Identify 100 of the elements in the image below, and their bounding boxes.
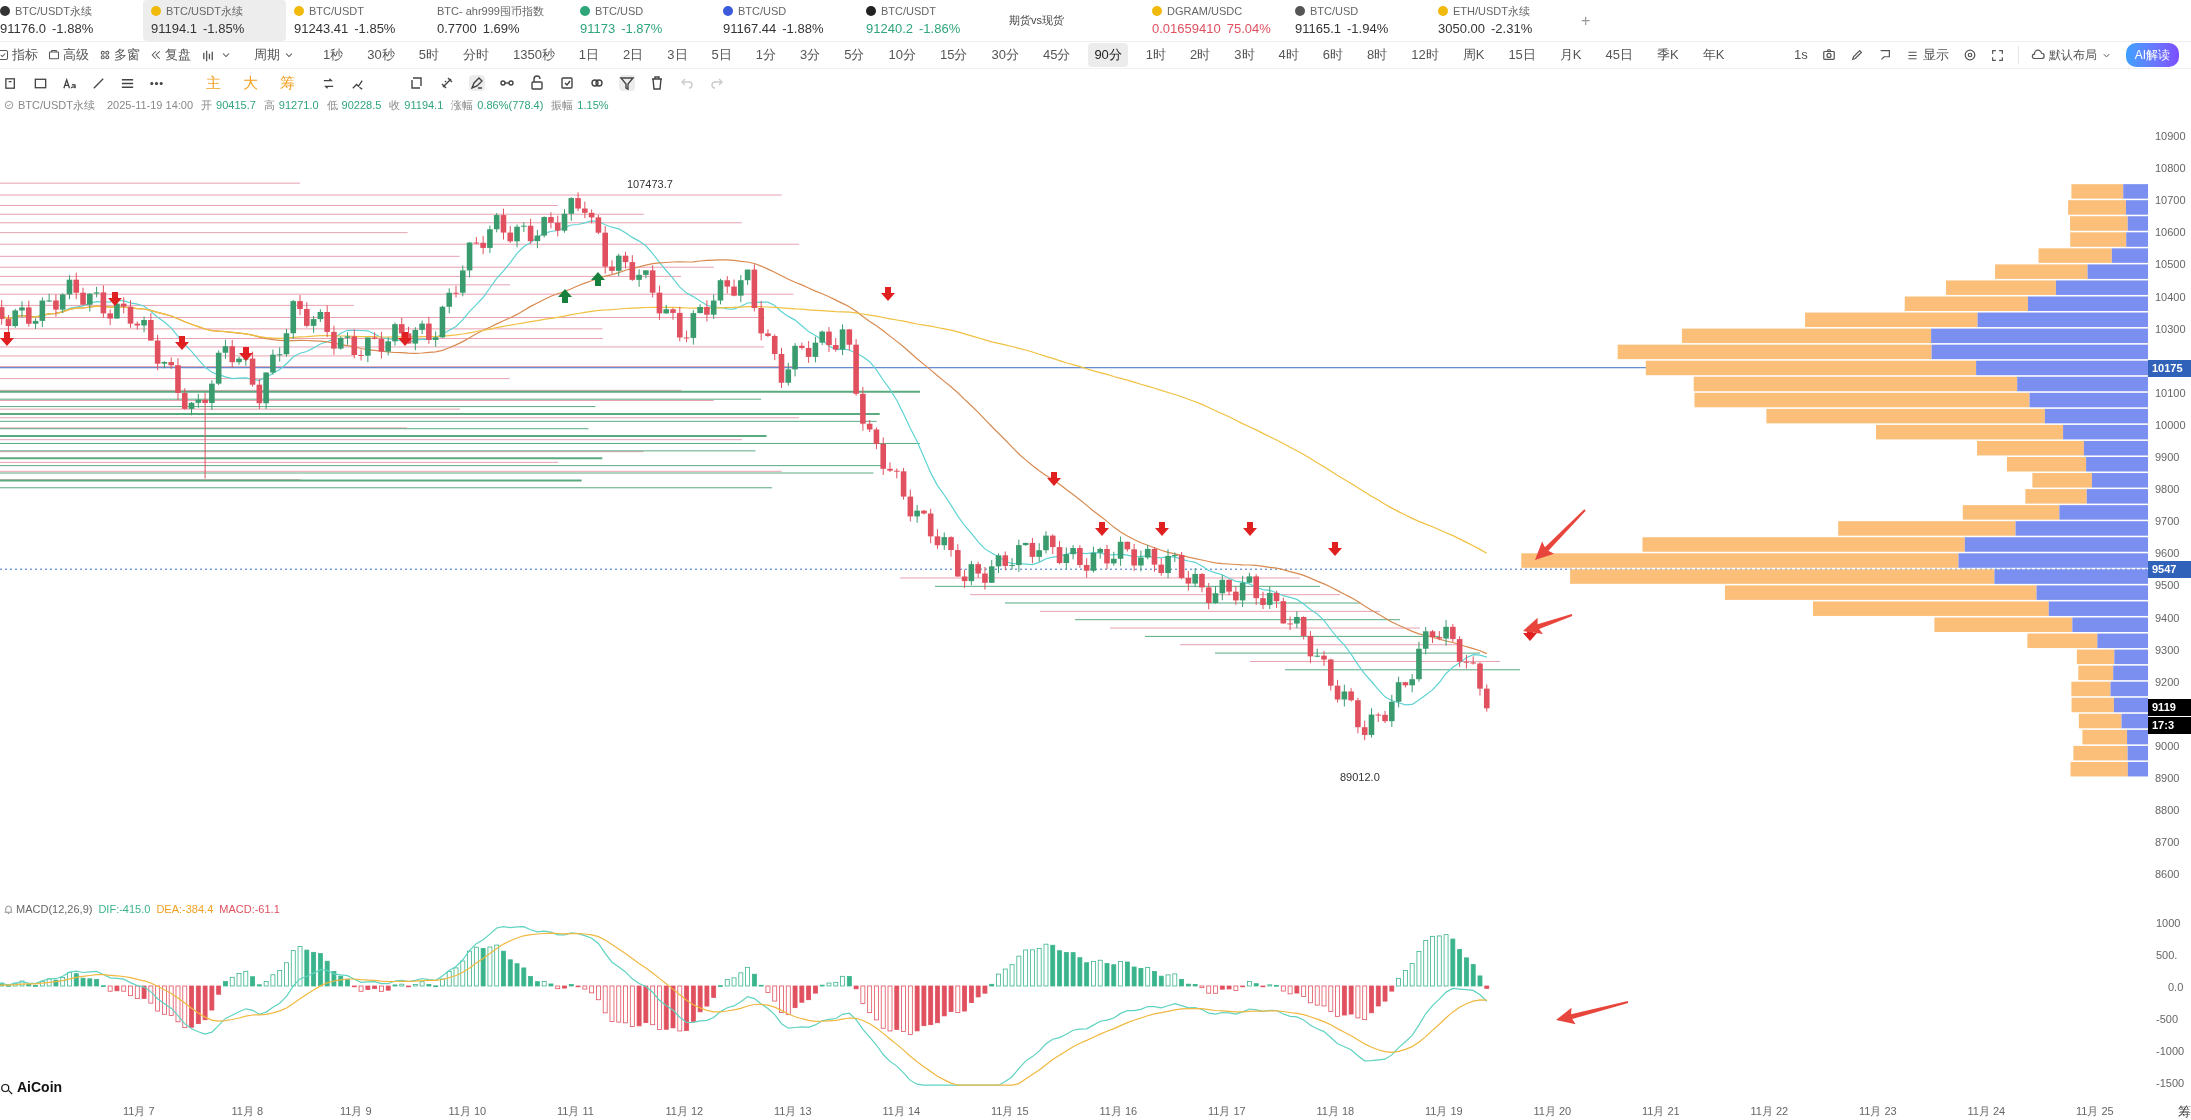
copy-icon[interactable]	[409, 75, 425, 91]
toolbar-button[interactable]: 周期	[254, 45, 295, 65]
interval-tab[interactable]: 8时	[1361, 43, 1394, 67]
interval-tab[interactable]: 周K	[1456, 43, 1491, 67]
interval-tab[interactable]: 1分	[749, 43, 783, 67]
interval-tab[interactable]: 月K	[1553, 43, 1588, 67]
interval-tab[interactable]: 3分	[794, 43, 827, 67]
lock-icon[interactable]	[529, 75, 545, 91]
interval-tab[interactable]: 年K	[1696, 43, 1731, 67]
toolbar-button[interactable]: 多窗	[99, 45, 140, 65]
price-marker: 9547	[2148, 561, 2191, 579]
market-tab[interactable]: BTC/USD 91173 -1.87%	[572, 0, 715, 41]
interval-tab[interactable]: 45日	[1599, 43, 1639, 67]
market-tab[interactable]: BTC/USDT永续 91176.0 -1.88%	[0, 0, 143, 41]
market-tab[interactable]: BTC- ahr999囤币指数 0.7700 1.69%	[429, 0, 572, 41]
interval-tab[interactable]: 3日	[661, 43, 694, 67]
buy-signal-icon	[591, 272, 605, 286]
interval-tab[interactable]: 1日	[572, 43, 606, 67]
price-axis-label: 9400	[2155, 610, 2180, 626]
symbol-label: BTC/USDT永续	[18, 97, 95, 113]
indicator-icon[interactable]	[0, 49, 9, 61]
interval-tab[interactable]: 15分	[933, 43, 974, 67]
interval-tab[interactable]: 15日	[1502, 43, 1542, 67]
macd-axis-label: 0.0	[2168, 980, 2184, 995]
interval-tab[interactable]: 3时	[1228, 43, 1261, 67]
interval-tab[interactable]: 12时	[1405, 43, 1445, 67]
trash-icon[interactable]	[649, 75, 665, 91]
interval-tab[interactable]: 5日	[705, 43, 738, 67]
macd-axis-label: 1000	[2156, 916, 2181, 931]
interval-tab[interactable]: 90分	[1088, 43, 1128, 67]
macd-axis-label: 500.	[2156, 948, 2178, 963]
side-tab[interactable]: 筹	[2178, 1102, 2191, 1120]
interval-tab[interactable]: 2时	[1184, 43, 1217, 67]
tab-price: 91243.41	[294, 20, 349, 38]
market-tab[interactable]: 期货vs现货	[1001, 0, 1144, 41]
field-label: 涨幅	[451, 97, 474, 113]
pair-name: BTC/USD	[1310, 3, 1359, 19]
field-value: 0.86%(778.4)	[477, 97, 544, 113]
fullscreen-icon[interactable]	[1990, 48, 2004, 62]
price-axis-label: 10900	[2155, 129, 2186, 144]
price-axis-label: 8700	[2155, 835, 2180, 851]
ruler-icon[interactable]	[439, 75, 455, 91]
check-circle-icon[interactable]	[4, 100, 14, 110]
market-tab[interactable]: ETH/USDT永续 3050.00 -2.31%	[1430, 0, 1573, 41]
text-tool-icon[interactable]	[62, 75, 77, 91]
sell-signal-icon	[175, 336, 189, 350]
interval-tab[interactable]: 30秒	[361, 43, 401, 67]
speed-button[interactable]: 1s	[1793, 45, 1808, 65]
interval-tab[interactable]: 1350秒	[506, 43, 561, 67]
field-value: 1.15%	[577, 97, 609, 113]
tab-change: 75.04%	[1226, 20, 1271, 38]
date-axis-label: 11月 22	[1750, 1104, 1789, 1119]
interval-tab[interactable]: 10分	[882, 43, 922, 67]
price-axis-label: 8800	[2155, 803, 2180, 819]
interval-tab[interactable]: 分时	[456, 43, 495, 67]
camera-icon[interactable]	[1821, 48, 1836, 62]
interval-tab[interactable]: 6时	[1316, 43, 1349, 67]
multi-window-icon[interactable]	[99, 49, 111, 61]
interval-tab[interactable]: 季K	[1651, 43, 1685, 67]
toolbar-button[interactable]: 高级	[48, 45, 89, 65]
price-axis-label: 9500	[2155, 578, 2180, 594]
market-tab[interactable]: DGRAM/USDC 0.01659410 75.04%	[1144, 0, 1287, 41]
filter-icon[interactable]	[619, 75, 635, 91]
price-axis-label: 10100	[2155, 385, 2186, 401]
sell-signal-icon	[108, 292, 122, 306]
settings-icon[interactable]	[1962, 48, 1977, 62]
rewind-icon[interactable]	[150, 49, 162, 61]
interval-tab[interactable]: 45分	[1036, 43, 1077, 67]
market-tab[interactable]: BTC/USD 91167.44 -1.88%	[715, 0, 858, 41]
volume-bar	[2082, 729, 2148, 745]
interval-tab[interactable]: 30分	[985, 43, 1025, 67]
date-axis-label: 11月 7	[123, 1104, 155, 1119]
tab-price: 3050.00	[1438, 20, 1485, 38]
market-tab[interactable]: BTC/USDT 91240.2 -1.86%	[858, 0, 1001, 41]
interval-tab[interactable]: 2日	[617, 43, 650, 67]
interval-tab[interactable]: 1时	[1139, 43, 1173, 67]
cloud-icon[interactable]	[2030, 48, 2045, 62]
interval-tab[interactable]: 5时	[412, 43, 445, 67]
market-tab[interactable]: BTC/USDT永续 91194.1 -1.85%	[143, 0, 286, 41]
price-axis-label: 9000	[2155, 738, 2180, 754]
volume-bar	[2078, 713, 2148, 729]
price-axis-label: 10000	[2155, 417, 2186, 433]
field-label: 低	[326, 97, 338, 113]
price-axis-label: 10700	[2155, 193, 2186, 209]
interval-tab[interactable]: 4时	[1272, 43, 1305, 67]
pencil-icon[interactable]	[1849, 48, 1864, 62]
display-button[interactable]: 显示	[1905, 45, 1949, 65]
pair-name: BTC/USDT永续	[15, 3, 92, 19]
interval-tab[interactable]: 5分	[838, 43, 871, 67]
field-value: 90415.7	[216, 97, 256, 113]
interval-tab[interactable]: 1秒	[317, 43, 350, 67]
toolbar-button[interactable]: 复盘	[150, 45, 191, 65]
pair-name: BTC/USD	[595, 3, 644, 19]
macd-axis-label: -1000	[2156, 1044, 2185, 1059]
toolbar-button[interactable]: 指标	[0, 45, 38, 65]
advanced-icon[interactable]	[48, 49, 60, 61]
market-tab[interactable]: BTC/USDT 91243.41 -1.85%	[286, 0, 429, 41]
date-axis-label: 11月 9	[340, 1104, 372, 1119]
layout-button[interactable]: 默认布局	[2017, 46, 2112, 64]
market-tab[interactable]: BTC/USD 91165.1 -1.94%	[1287, 0, 1430, 41]
